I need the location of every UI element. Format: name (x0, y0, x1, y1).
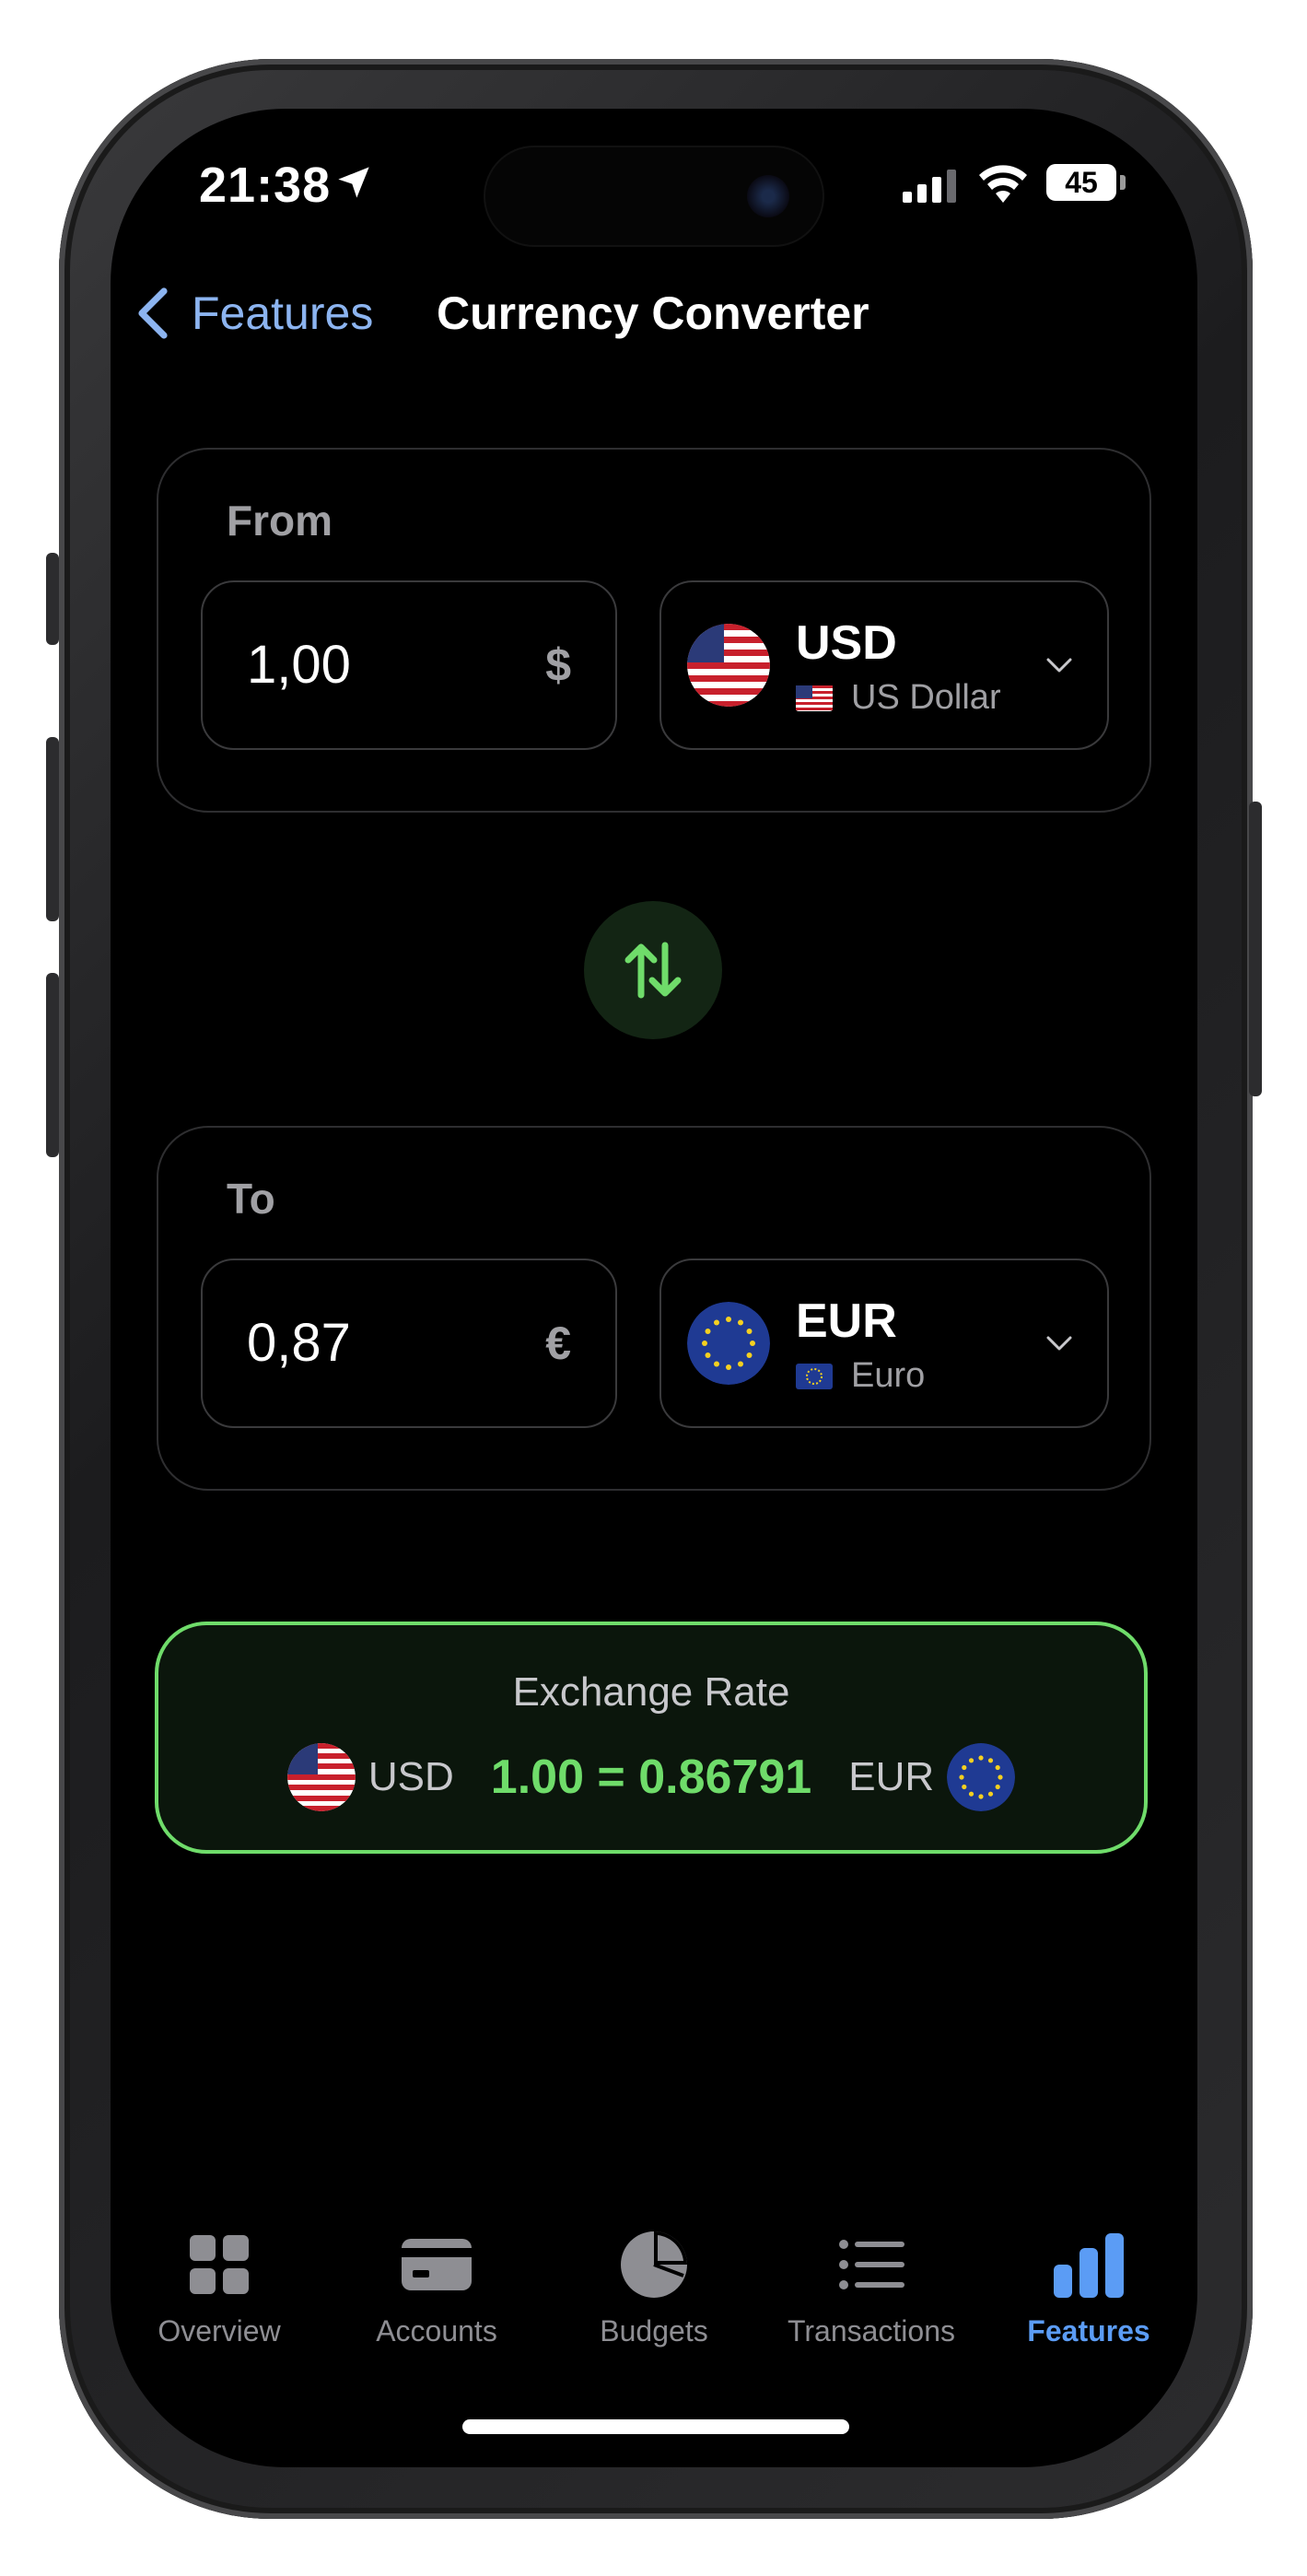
swap-arrows-icon (624, 942, 682, 999)
tab-features[interactable]: Features (980, 2228, 1197, 2366)
dynamic-island (484, 146, 824, 247)
chevron-left-icon (138, 287, 168, 339)
rate-value: 1.00 = 0.86791 (490, 1751, 812, 1804)
tab-label: Budgets (600, 2314, 708, 2348)
swap-currencies-button[interactable] (584, 901, 722, 1039)
from-amount-value: 1,00 (247, 635, 351, 695)
eu-flag-icon (687, 1302, 770, 1385)
bar-chart-icon (1054, 2233, 1124, 2298)
home-indicator[interactable] (462, 2419, 849, 2434)
cellular-signal-icon (903, 170, 956, 203)
from-label: From (227, 497, 333, 544)
euro-symbol: € (545, 1317, 571, 1369)
tab-label: Features (1027, 2314, 1150, 2348)
pie-chart-icon (621, 2231, 687, 2298)
to-currency-picker[interactable]: EUR Euro (659, 1259, 1109, 1428)
chevron-down-icon (1046, 1336, 1072, 1351)
volume-down-button (46, 973, 59, 1157)
to-currency-name: Euro (851, 1356, 926, 1395)
screen: 21:38 45 Features Currency Converter Fro… (111, 109, 1197, 2467)
from-amount-field[interactable]: 1,00 $ (201, 580, 617, 750)
exchange-rate-title: Exchange Rate (512, 1669, 790, 1715)
grid-icon (190, 2235, 249, 2294)
tab-overview[interactable]: Overview (111, 2228, 328, 2366)
tab-label: Overview (158, 2314, 281, 2348)
status-bar: 21:38 45 (111, 109, 1197, 256)
battery-nub (1120, 175, 1126, 190)
tab-transactions[interactable]: Transactions (763, 2228, 980, 2366)
list-icon (839, 2240, 904, 2289)
tab-bar: Overview Accounts Budgets Transactions F… (111, 2228, 1197, 2375)
status-time: 21:38 (199, 158, 332, 213)
exchange-rate-card: Exchange Rate USD 1.00 = 0.86791 EUR (155, 1622, 1148, 1854)
us-flag-icon (286, 1743, 356, 1811)
power-button (1249, 802, 1262, 1096)
from-card: From 1,00 $ USD US Dollar (157, 448, 1151, 813)
wifi-icon (979, 165, 1027, 203)
back-label: Features (192, 287, 374, 339)
back-button[interactable]: Features (134, 276, 373, 350)
tab-budgets[interactable]: Budgets (545, 2228, 763, 2366)
exchange-rate-row: USD 1.00 = 0.86791 EUR (158, 1743, 1144, 1811)
eu-flag-icon (947, 1743, 1016, 1811)
action-button (46, 553, 59, 645)
rate-from-code: USD (368, 1754, 454, 1799)
us-flag-icon (687, 624, 770, 707)
page-title: Currency Converter (437, 287, 869, 339)
to-currency-code: EUR (796, 1294, 897, 1348)
to-amount-field[interactable]: 0,87 € (201, 1259, 617, 1428)
volume-up-button (46, 737, 59, 921)
eu-flag-emoji-icon (796, 1363, 833, 1389)
to-card: To 0,87 € EUR Euro (157, 1126, 1151, 1491)
from-currency-code: USD (796, 616, 897, 670)
to-label: To (227, 1175, 275, 1223)
from-currency-picker[interactable]: USD US Dollar (659, 580, 1109, 750)
card-icon (402, 2239, 472, 2290)
rate-to-code: EUR (848, 1754, 935, 1799)
chevron-down-icon (1046, 658, 1072, 673)
tab-label: Transactions (788, 2314, 955, 2348)
to-amount-value: 0,87 (247, 1313, 351, 1373)
battery-indicator: 45 (1046, 164, 1116, 201)
tab-accounts[interactable]: Accounts (328, 2228, 545, 2366)
dollar-symbol: $ (545, 639, 571, 691)
camera-icon (747, 175, 789, 217)
us-flag-emoji-icon (796, 685, 833, 711)
location-arrow-icon (338, 167, 369, 198)
navigation-bar: Features Currency Converter (111, 265, 1197, 357)
tab-label: Accounts (376, 2314, 497, 2348)
from-currency-name: US Dollar (851, 678, 1001, 717)
